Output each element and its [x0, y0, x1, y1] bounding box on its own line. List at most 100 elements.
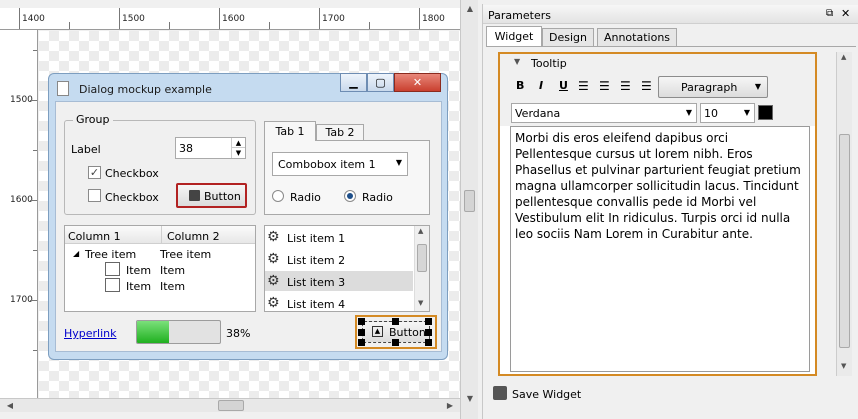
button-label: Button — [389, 326, 426, 339]
number-spinbox[interactable]: 38 ▲ ▼ — [175, 137, 246, 159]
button-icon — [189, 190, 200, 201]
group-title: Group — [73, 113, 113, 126]
checkbox-unchecked[interactable] — [88, 189, 101, 202]
panel-title: Parameters — [488, 9, 551, 22]
tooltip-textarea[interactable]: Morbi dis eros eleifend dapibus orci Pel… — [510, 126, 810, 372]
scroll-thumb[interactable] — [464, 190, 475, 212]
scroll-thumb[interactable] — [218, 400, 244, 411]
scroll-up-icon[interactable]: ▲ — [841, 53, 846, 61]
list-item-selected[interactable]: List item 3 — [287, 276, 345, 289]
tab-underline — [486, 46, 856, 47]
chevron-down-icon[interactable]: ▼ — [396, 158, 402, 167]
column-divider — [161, 226, 162, 244]
tree-item-value: Tree item — [160, 248, 212, 261]
resize-handle[interactable] — [425, 329, 432, 336]
scroll-down-icon[interactable]: ▼ — [841, 362, 846, 370]
bold-button[interactable]: B — [516, 79, 524, 92]
radio-label: Radio — [362, 191, 393, 204]
collapse-arrow-icon[interactable]: ▼ — [514, 57, 520, 66]
close-icon[interactable]: ✕ — [841, 7, 850, 20]
ruler-label: 1600 — [222, 14, 245, 24]
chevron-down-icon: ▼ — [743, 108, 750, 117]
radio-dot — [347, 193, 353, 199]
tab-annotations[interactable]: Annotations — [597, 28, 677, 46]
italic-button[interactable]: I — [539, 79, 543, 92]
gear-icon: ⚙ — [267, 229, 280, 245]
radio-unselected[interactable] — [272, 190, 284, 202]
scroll-right-icon[interactable]: ▶ — [442, 399, 458, 413]
chevron-down-icon: ▼ — [754, 82, 761, 91]
scroll-up-icon[interactable]: ▲ — [462, 2, 478, 16]
list-item[interactable]: List item 2 — [287, 254, 345, 267]
canvas-horizontal-scrollbar[interactable]: ◀ ▶ — [0, 398, 460, 412]
scroll-left-icon[interactable]: ◀ — [2, 399, 18, 413]
scroll-down-icon[interactable]: ▼ — [462, 392, 478, 406]
size-value: 10 — [704, 107, 718, 120]
font-combobox[interactable]: Verdana ▼ — [511, 103, 697, 123]
radio-label: Radio — [290, 191, 321, 204]
ruler-label: 1500 — [122, 14, 145, 24]
ruler-label: 1400 — [22, 14, 45, 24]
checkbox-checked[interactable]: ✓ — [88, 166, 101, 179]
section-title: Tooltip — [531, 57, 567, 70]
ruler-label: 1800 — [422, 14, 445, 24]
gear-icon: ⚙ — [267, 295, 280, 311]
close-icon[interactable]: ✕ — [394, 73, 441, 92]
tree-item-label[interactable]: Item — [126, 264, 151, 277]
tab-2[interactable]: Tab 2 — [316, 124, 364, 141]
spinbox-value: 38 — [179, 142, 193, 155]
checkbox-label: Checkbox — [105, 191, 159, 204]
tab-1[interactable]: Tab 1 — [264, 121, 316, 141]
list-item[interactable]: List item 4 — [287, 298, 345, 311]
combobox[interactable]: Combobox item 1 ▼ — [272, 152, 408, 176]
paragraph-dropdown[interactable]: Paragraph ▼ — [658, 76, 768, 98]
spin-up-icon[interactable]: ▲ — [231, 138, 245, 148]
resize-handle[interactable] — [358, 318, 365, 325]
resize-handle[interactable] — [425, 318, 432, 325]
tab-design[interactable]: Design — [542, 28, 594, 46]
list-item[interactable]: List item 1 — [287, 232, 345, 245]
resize-handle[interactable] — [425, 339, 432, 346]
chart-icon — [105, 262, 120, 276]
resize-handle[interactable] — [392, 339, 399, 346]
save-icon — [493, 386, 507, 400]
column-header[interactable]: Column 2 — [167, 230, 220, 243]
progress-label: 38% — [226, 327, 251, 340]
align-left-icon[interactable]: ☰ — [578, 79, 589, 93]
save-widget-button[interactable]: Save Widget — [512, 388, 581, 401]
scroll-up-icon[interactable]: ▲ — [418, 227, 423, 235]
restore-icon[interactable]: ⧉ — [826, 8, 833, 19]
radio-selected[interactable] — [344, 190, 356, 202]
align-center-icon[interactable]: ☰ — [599, 79, 610, 93]
underline-button[interactable]: U — [559, 79, 568, 92]
panel-scrollbar[interactable]: ▲ ▼ — [836, 52, 852, 376]
hyperlink[interactable]: Hyperlink — [64, 327, 117, 340]
column-header[interactable]: Column 1 — [68, 230, 121, 243]
align-justify-icon[interactable]: ☰ — [641, 79, 652, 93]
font-color-swatch[interactable] — [758, 105, 773, 120]
button-selected[interactable]: Button — [176, 183, 247, 208]
maximize-icon[interactable]: ▢ — [367, 73, 394, 92]
ruler-label: 1700 — [322, 14, 345, 24]
scroll-thumb[interactable] — [839, 134, 850, 348]
gear-icon: ⚙ — [267, 273, 280, 289]
resize-handle[interactable] — [358, 339, 365, 346]
minimize-icon[interactable]: ▁ — [340, 73, 367, 92]
expand-arrow-icon[interactable]: ◢ — [73, 249, 79, 258]
scroll-thumb[interactable] — [417, 244, 427, 272]
resize-handle[interactable] — [358, 329, 365, 336]
gear-icon: ⚙ — [267, 251, 280, 267]
scroll-down-icon[interactable]: ▼ — [418, 299, 423, 307]
spin-down-icon[interactable]: ▼ — [231, 148, 245, 158]
size-combobox[interactable]: 10 ▼ — [700, 103, 755, 123]
tree-item-label[interactable]: Tree item — [85, 248, 136, 261]
tab-widget[interactable]: Widget — [486, 26, 542, 47]
checkbox-label: Checkbox — [105, 167, 159, 180]
resize-handle[interactable] — [392, 318, 399, 325]
dialog-title: Dialog mockup example — [79, 83, 212, 96]
list-scrollbar[interactable]: ▲ ▼ — [414, 226, 429, 311]
tree-item-value: Item — [160, 280, 186, 293]
tree-item-label[interactable]: Item — [126, 280, 151, 293]
canvas-vertical-scrollbar[interactable]: ▲ ▼ — [460, 0, 478, 419]
align-right-icon[interactable]: ☰ — [620, 79, 631, 93]
